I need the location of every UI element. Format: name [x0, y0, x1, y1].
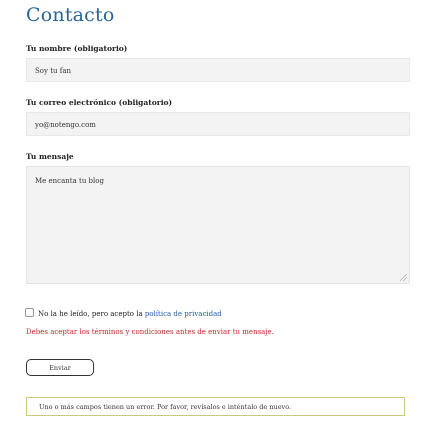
privacy-consent-label: No la he leído, pero acepto la política …	[38, 310, 222, 318]
message-label: Tu mensaje	[26, 152, 74, 161]
name-field[interactable]: Soy tu fan	[26, 58, 410, 82]
privacy-policy-link[interactable]: política de privacidad	[145, 310, 222, 318]
form-error-text: Uno o más campos tienen un error. Por fa…	[39, 403, 292, 411]
message-value: Me encanta tu blog	[35, 177, 104, 185]
form-error-box: Uno o más campos tienen un error. Por fa…	[26, 397, 405, 416]
privacy-consent-checkbox[interactable]	[25, 308, 34, 317]
name-label: Tu nombre (obligatorio)	[26, 44, 128, 53]
send-button[interactable]: Enviar	[26, 359, 94, 376]
name-value: Soy tu fan	[35, 67, 72, 75]
consent-error-message: Debes aceptar los términos y condiciones…	[26, 328, 274, 336]
resize-grip-icon[interactable]	[400, 274, 407, 281]
email-value: yo@notengo.com	[35, 121, 96, 129]
email-field[interactable]: yo@notengo.com	[26, 112, 410, 136]
consent-text: No la he leído, pero acepto la	[38, 310, 145, 318]
page-title: Contacto	[26, 4, 115, 26]
message-textarea[interactable]: Me encanta tu blog	[26, 166, 410, 284]
email-label: Tu correo electrónico (obligatorio)	[26, 98, 173, 107]
